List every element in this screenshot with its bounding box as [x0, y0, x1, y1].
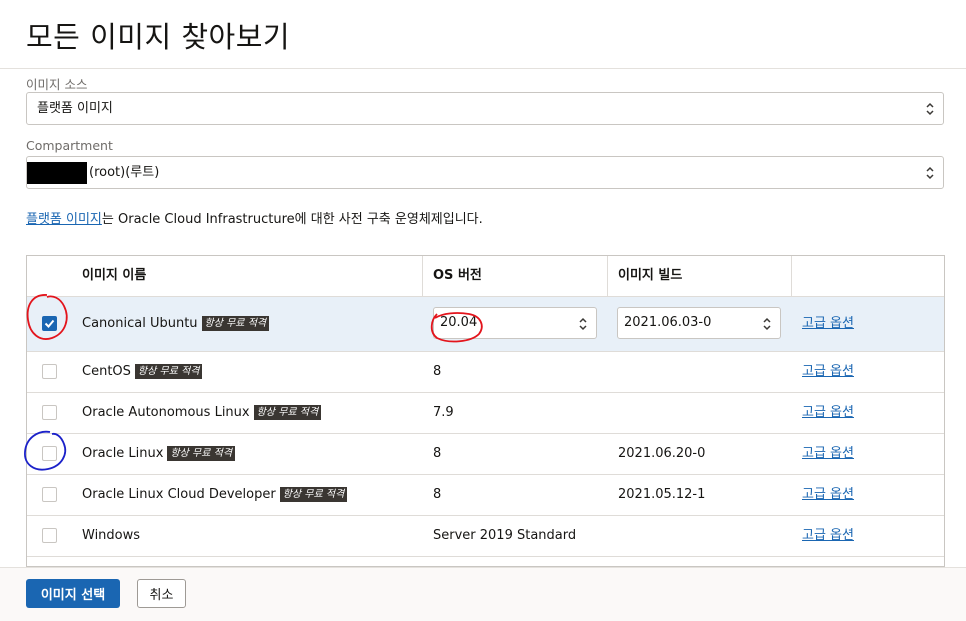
- free-tier-badge: 항상 무료 적격: [134, 364, 203, 379]
- image-source-value: 플랫폼 이미지: [37, 101, 113, 116]
- image-build: 2021.06.20-0: [618, 446, 706, 461]
- image-build-select[interactable]: 2021.06.03-0: [617, 307, 781, 339]
- image-name-cell: Windows: [82, 516, 140, 556]
- table-row[interactable]: Windows Server 2019 Standard 고급 옵션: [27, 516, 944, 557]
- description: 플랫폼 이미지는 Oracle Cloud Infrastructure에 대한…: [26, 208, 483, 227]
- advanced-options-link[interactable]: 고급 옵션: [802, 364, 854, 379]
- platform-images-link[interactable]: 플랫폼 이미지: [26, 212, 102, 227]
- free-tier-badge: 항상 무료 적격: [167, 446, 236, 461]
- row-checkbox[interactable]: [42, 487, 57, 502]
- compartment-value: (root)(루트): [89, 165, 160, 180]
- table-row[interactable]: Oracle Linux 항상 무료 적격 8 2021.06.20-0 고급 옵…: [27, 434, 944, 475]
- redacted-block: [27, 161, 87, 184]
- cancel-button[interactable]: 취소: [137, 579, 186, 608]
- table-row[interactable]: Canonical Ubuntu 항상 무료 적격 20.04 2021.06.0…: [27, 297, 944, 352]
- row-checkbox[interactable]: [42, 446, 57, 461]
- checkmark-icon: [44, 319, 55, 328]
- image-name: Canonical Ubuntu: [82, 316, 198, 331]
- image-name: Windows: [82, 528, 141, 543]
- image-name: Oracle Linux Cloud Developer: [82, 487, 276, 502]
- advanced-options-link[interactable]: 고급 옵션: [802, 487, 854, 502]
- advanced-options-link[interactable]: 고급 옵션: [802, 446, 854, 461]
- title-bar: 모든 이미지 찾아보기: [0, 0, 966, 69]
- image-source-select[interactable]: 플랫폼 이미지: [26, 92, 944, 125]
- column-divider: [791, 256, 792, 297]
- row-checkbox[interactable]: [42, 405, 57, 420]
- os-version: Server 2019 Standard: [433, 528, 577, 543]
- advanced-options-link[interactable]: 고급 옵션: [802, 316, 854, 331]
- description-text: 는 Oracle Cloud Infrastructure에 대한 사전 구축 …: [101, 212, 483, 227]
- table-row[interactable]: Oracle Autonomous Linux 항상 무료 적격 7.9 고급 옵…: [27, 393, 944, 434]
- image-name-cell: Oracle Autonomous Linux 항상 무료 적격: [82, 393, 322, 433]
- advanced-options-link[interactable]: 고급 옵션: [802, 405, 854, 420]
- os-version: 8: [433, 446, 442, 461]
- free-tier-badge: 항상 무료 적격: [279, 487, 348, 502]
- image-name: Oracle Autonomous Linux: [82, 405, 250, 420]
- image-source-label: 이미지 소스: [26, 77, 88, 92]
- free-tier-badge: 항상 무료 적격: [253, 405, 322, 420]
- os-version: 7.9: [433, 405, 454, 420]
- image-name-cell: Oracle Linux Cloud Developer 항상 무료 적격: [82, 475, 348, 515]
- header-os-version: OS 버전: [433, 268, 482, 283]
- image-name: CentOS: [82, 364, 131, 379]
- advanced-options-link[interactable]: 고급 옵션: [802, 528, 854, 543]
- os-version: 8: [433, 487, 442, 502]
- images-table: 이미지 이름 OS 버전 이미지 빌드 Canonical Ubuntu 항상 무…: [26, 255, 945, 567]
- row-checkbox[interactable]: [42, 364, 57, 379]
- up-down-chevron-icon: [923, 157, 937, 188]
- compartment-label: Compartment: [26, 138, 113, 153]
- up-down-chevron-icon: [760, 308, 774, 339]
- os-version-select[interactable]: 20.04: [433, 307, 597, 339]
- footer: 이미지 선택 취소: [0, 567, 966, 621]
- row-checkbox[interactable]: [42, 316, 57, 331]
- up-down-chevron-icon: [576, 308, 590, 339]
- column-divider: [607, 256, 608, 297]
- table-row[interactable]: CentOS 항상 무료 적격 8 고급 옵션: [27, 352, 944, 393]
- free-tier-badge: 항상 무료 적격: [201, 316, 270, 331]
- image-build-value: 2021.06.03-0: [624, 315, 712, 330]
- image-name-cell: Canonical Ubuntu 항상 무료 적격: [82, 297, 270, 351]
- table-header: 이미지 이름 OS 버전 이미지 빌드: [27, 256, 944, 297]
- column-divider: [422, 256, 423, 297]
- compartment-select[interactable]: (root)(루트): [26, 156, 944, 189]
- up-down-chevron-icon: [923, 93, 937, 124]
- os-version-value: 20.04: [440, 315, 478, 330]
- header-image-build: 이미지 빌드: [618, 268, 683, 283]
- header-image-name: 이미지 이름: [82, 268, 147, 283]
- os-version: 8: [433, 364, 442, 379]
- image-build: 2021.05.12-1: [618, 487, 706, 502]
- image-name-cell: CentOS 항상 무료 적격: [82, 352, 203, 392]
- table-row[interactable]: Oracle Linux Cloud Developer 항상 무료 적격 8 2…: [27, 475, 944, 516]
- select-image-button[interactable]: 이미지 선택: [26, 579, 120, 608]
- page-title: 모든 이미지 찾아보기: [26, 20, 291, 54]
- image-name: Oracle Linux: [82, 446, 164, 461]
- image-name-cell: Oracle Linux 항상 무료 적격: [82, 434, 236, 474]
- row-checkbox[interactable]: [42, 528, 57, 543]
